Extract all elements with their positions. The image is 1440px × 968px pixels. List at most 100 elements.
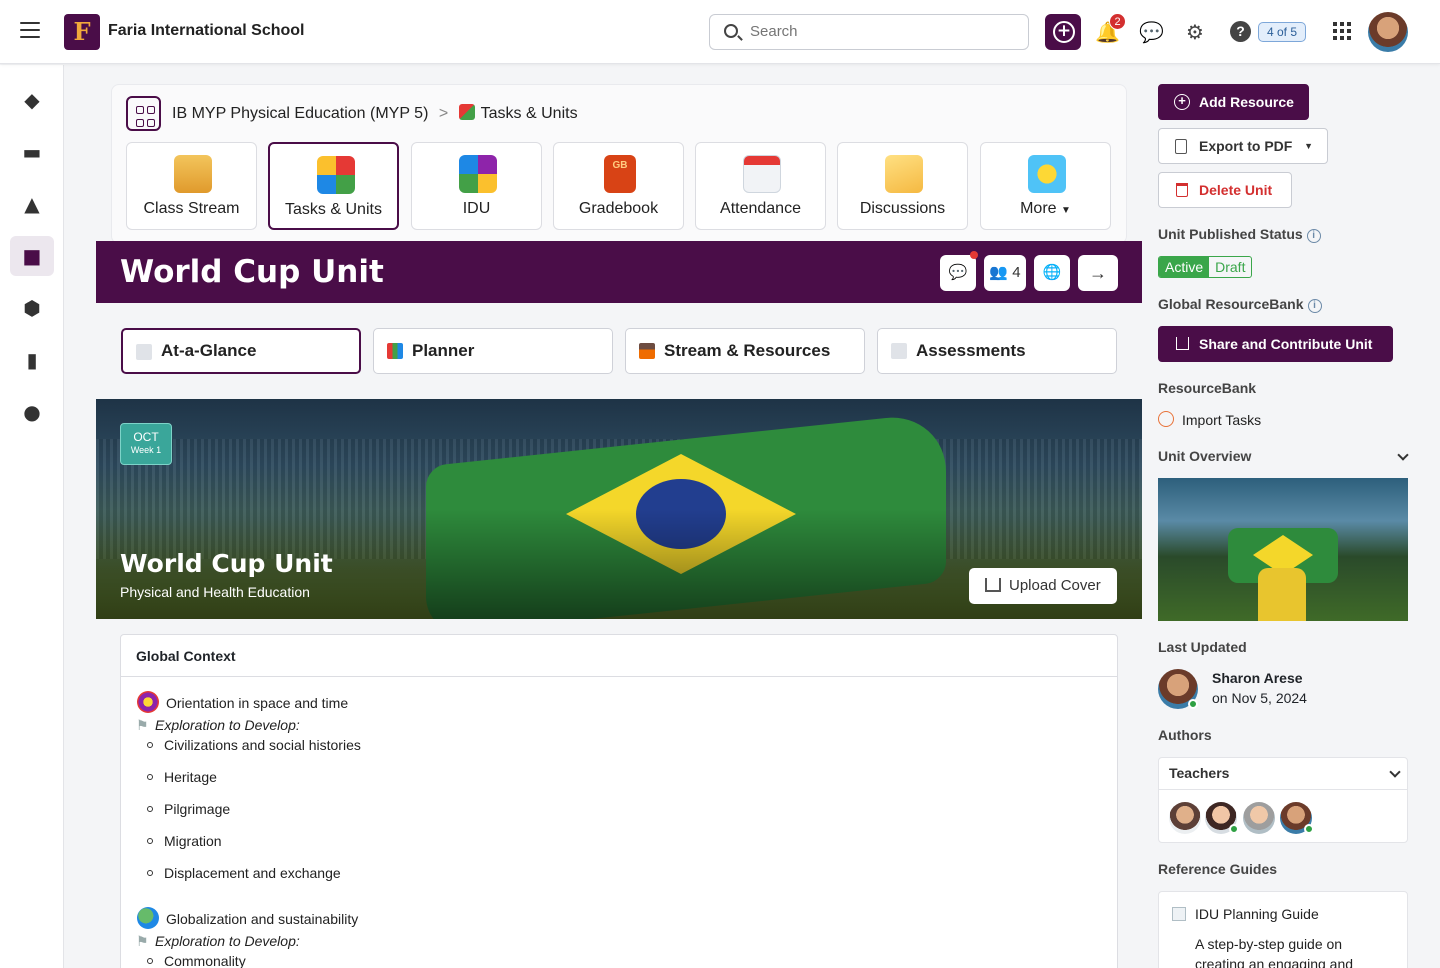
label-text: Global ResourceBank	[1158, 296, 1304, 312]
search-input[interactable]	[750, 23, 1010, 40]
more-label: More	[1020, 200, 1057, 217]
tab-planner[interactable]: Planner	[373, 328, 613, 374]
sidebar-dashboard-icon[interactable]: ◆	[10, 80, 54, 120]
sidebar-briefcase-icon[interactable]: ▬	[10, 132, 54, 172]
tab-label: Assessments	[916, 341, 1026, 360]
tab-more[interactable]: More ▼	[980, 142, 1111, 230]
online-status-dot	[1304, 824, 1314, 834]
create-button[interactable]	[1045, 14, 1081, 50]
info-icon[interactable]: i	[1306, 229, 1321, 243]
chat-icon[interactable]: 💬	[1139, 20, 1164, 44]
date-week: Week 1	[130, 445, 162, 455]
tab-label: Stream & Resources	[664, 341, 831, 360]
sidebar-graduation-cap-icon[interactable]: ▲	[10, 184, 54, 224]
tab-assessments[interactable]: Assessments	[877, 328, 1117, 374]
import-tasks-link[interactable]: Import Tasks	[1182, 412, 1261, 428]
tab-tasks-units[interactable]: Tasks & Units	[268, 142, 399, 230]
banner-subtitle: Physical and Health Education	[120, 584, 310, 600]
lightbulb-icon	[1028, 155, 1066, 193]
arrow-right-icon: →	[1089, 263, 1107, 283]
published-status-toggle[interactable]: Active Draft	[1158, 256, 1253, 278]
status-active[interactable]: Active	[1159, 257, 1210, 277]
tab-label: Gradebook	[578, 200, 659, 217]
plus-circle-icon: +	[1174, 94, 1190, 110]
globe-button[interactable]: 🌐	[1034, 255, 1070, 291]
breadcrumb-course[interactable]: IB MYP Physical Education (MYP 5)	[172, 105, 428, 122]
help-pager[interactable]: 4 of 5	[1258, 22, 1307, 42]
members-button[interactable]: 👥 4	[984, 255, 1026, 291]
apps-grid-icon[interactable]	[1333, 22, 1351, 40]
status-draft[interactable]: Draft	[1209, 257, 1251, 277]
guide-title[interactable]: IDU Planning Guide	[1195, 906, 1319, 922]
tab-attendance[interactable]: Attendance	[695, 142, 826, 230]
help-icon[interactable]: ?	[1230, 21, 1251, 42]
search-icon	[724, 24, 738, 38]
teacher-avatar[interactable]	[1169, 802, 1201, 834]
tab-stream-resources[interactable]: Stream & Resources	[625, 328, 865, 374]
course-grid-icon[interactable]	[126, 96, 161, 131]
share-icon	[1176, 337, 1189, 350]
date-badge: OCT Week 1	[120, 423, 172, 465]
globe-icon: 🌐	[1042, 264, 1062, 281]
authors-label: Authors	[1158, 727, 1212, 743]
global-context-heading: Global Context	[121, 635, 1117, 677]
tab-gradebook[interactable]: GB Gradebook	[553, 142, 684, 230]
exploration-label: Exploration to Develop:	[155, 717, 300, 733]
upload-cover-button[interactable]: Upload Cover	[969, 568, 1117, 604]
context-title: Orientation in space and time	[166, 695, 349, 711]
tab-label: Class Stream	[143, 200, 240, 217]
school-logo[interactable]: F	[64, 14, 100, 50]
puzzle-icon	[317, 156, 355, 194]
last-updated-name: Sharon Arese	[1212, 670, 1303, 686]
bullet	[147, 774, 153, 780]
unit-title: World Cup Unit	[120, 254, 384, 290]
menu-icon[interactable]	[20, 22, 40, 38]
cloud-import-icon	[1158, 411, 1174, 427]
search-box[interactable]	[709, 14, 1029, 50]
tab-label: More ▼	[981, 200, 1110, 218]
user-avatar[interactable]	[1368, 12, 1408, 52]
tab-at-a-glance[interactable]: At-a-Glance	[121, 328, 361, 374]
members-count: 4	[1012, 264, 1021, 281]
caret-down-icon: ▼	[1061, 205, 1071, 216]
teachers-header[interactable]: Teachers	[1159, 758, 1407, 790]
tab-label: Attendance	[720, 200, 801, 217]
exploration-item: Migration	[164, 833, 222, 849]
breadcrumb-separator: >	[438, 105, 449, 122]
add-resource-button[interactable]: + Add Resource	[1158, 84, 1309, 120]
exploration-item: Commonality	[164, 953, 246, 968]
info-icon[interactable]: i	[1307, 299, 1322, 313]
breadcrumb-puzzle-icon	[458, 104, 475, 120]
breadcrumb-current: Tasks & Units	[480, 105, 578, 122]
unit-chat-button[interactable]: 💬	[940, 251, 978, 291]
unit-overview-image	[1158, 478, 1408, 621]
notepad-icon	[891, 343, 907, 359]
bullet	[147, 742, 153, 748]
exploration-item: Civilizations and social histories	[164, 737, 361, 753]
unread-dot	[970, 251, 978, 259]
notification-badge: 2	[1109, 13, 1126, 30]
caret-down-icon: ▼	[1304, 141, 1313, 151]
chart-icon	[387, 343, 403, 359]
sidebar-classes-icon[interactable]: ■	[10, 236, 54, 276]
sidebar-compass-icon[interactable]: ●	[10, 392, 54, 432]
button-label: Delete Unit	[1199, 182, 1273, 198]
upload-label: Upload Cover	[1009, 577, 1101, 594]
sidebar-chart-icon[interactable]: ▮	[10, 340, 54, 380]
signpost-icon: ⚑	[136, 933, 149, 949]
tab-idu[interactable]: IDU	[411, 142, 542, 230]
unit-overview-label: Unit Overview	[1158, 448, 1252, 464]
label-text: Unit Published Status	[1158, 226, 1303, 242]
sidebar-cube-icon[interactable]: ⬢	[10, 288, 54, 328]
tab-label: Planner	[412, 341, 475, 360]
guide-card[interactable]: IDU Planning Guide A step-by-step guide …	[1158, 891, 1408, 968]
next-button[interactable]: →	[1078, 255, 1118, 291]
share-contribute-button[interactable]: Share and Contribute Unit	[1158, 326, 1393, 362]
tab-class-stream[interactable]: Class Stream	[126, 142, 257, 230]
teacher-avatar[interactable]	[1243, 802, 1275, 834]
chevron-down-icon[interactable]	[1397, 449, 1409, 461]
tab-discussions[interactable]: Discussions	[837, 142, 968, 230]
gear-icon[interactable]: ⚙	[1183, 20, 1207, 44]
delete-unit-button[interactable]: Delete Unit	[1158, 172, 1292, 208]
export-pdf-button[interactable]: Export to PDF ▼	[1158, 128, 1328, 164]
